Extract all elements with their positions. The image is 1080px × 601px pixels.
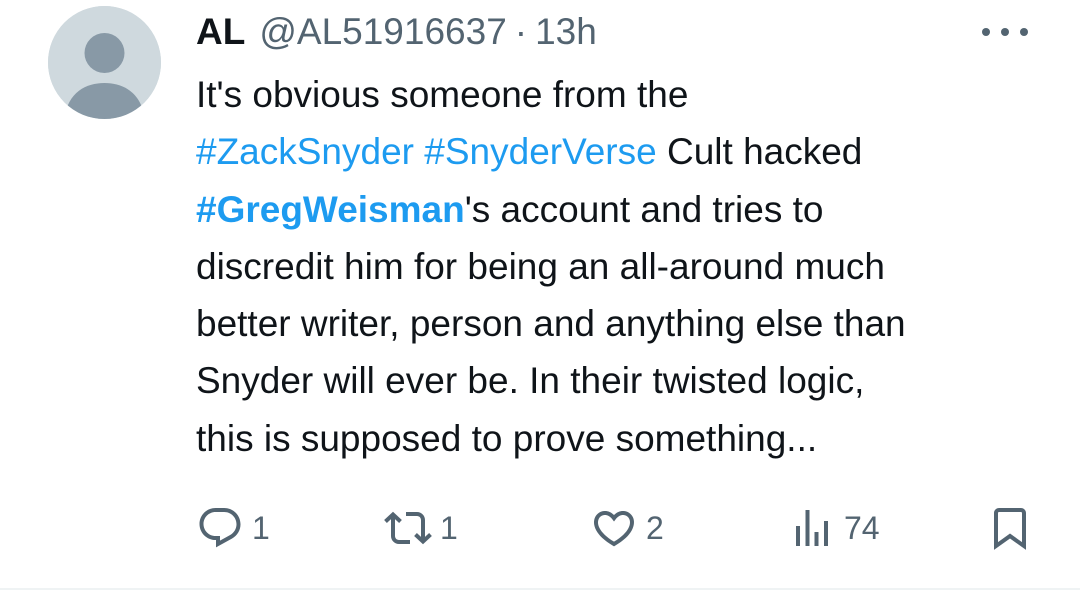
more-dot bbox=[982, 28, 990, 36]
text-line: this is supposed to prove something... bbox=[196, 410, 1056, 467]
text-segment: discredit him for being an all-around mu… bbox=[196, 245, 885, 287]
text-line: #GregWeisman's account and tries to bbox=[196, 181, 1056, 238]
text-segment: Cult hacked bbox=[656, 131, 863, 173]
default-avatar-icon[interactable] bbox=[48, 6, 161, 119]
text-segment: better writer, person and anything else … bbox=[196, 303, 906, 345]
text-line: Snyder will ever be. In their twisted lo… bbox=[196, 352, 1056, 409]
author-name[interactable]: AL bbox=[196, 10, 245, 54]
text-segment: It's obvious someone from the bbox=[196, 74, 689, 115]
hashtag-zacksnyder[interactable]: #ZackSnyder bbox=[196, 131, 414, 172]
tweet-header: AL @AL51916637 · 13h bbox=[196, 10, 597, 54]
views-count: 74 bbox=[844, 510, 880, 546]
action-bar: 1 1 2 74 bbox=[0, 500, 1080, 556]
separator-dot: · bbox=[514, 11, 528, 52]
like-count: 2 bbox=[646, 510, 664, 546]
author-handle[interactable]: @AL51916637 bbox=[259, 10, 506, 54]
text-line: It's obvious someone from the bbox=[196, 66, 1056, 123]
text-line: better writer, person and anything else … bbox=[196, 295, 1056, 352]
analytics-icon bbox=[796, 510, 828, 546]
text-line: discredit him for being an all-around mu… bbox=[196, 238, 1056, 295]
text-segment: Snyder will ever be. In their twisted lo… bbox=[196, 360, 865, 402]
text-segment: this is supposed to prove something... bbox=[196, 417, 818, 459]
bookmark-button[interactable] bbox=[986, 500, 1034, 556]
hashtag-snyderverse[interactable]: #SnyderVerse bbox=[424, 131, 656, 172]
reply-button[interactable]: 1 bbox=[196, 500, 270, 556]
timestamp[interactable]: 13h bbox=[535, 10, 597, 54]
reply-count: 1 bbox=[252, 510, 270, 546]
retweet-button[interactable]: 1 bbox=[384, 500, 458, 556]
text-segment: 's account and tries to bbox=[464, 188, 824, 230]
tweet[interactable]: AL @AL51916637 · 13h It's obvious someon… bbox=[0, 0, 1080, 601]
bookmark-icon bbox=[994, 508, 1026, 550]
tweet-text: It's obvious someone from the #ZackSnyde… bbox=[196, 66, 1056, 467]
more-dot bbox=[1020, 28, 1028, 36]
retweet-count: 1 bbox=[440, 510, 458, 546]
more-icon[interactable] bbox=[982, 20, 1028, 44]
hashtag-gregweisman[interactable]: #GregWeisman bbox=[196, 189, 465, 230]
reply-icon bbox=[199, 508, 241, 548]
retweet-icon bbox=[384, 511, 432, 545]
text-line: #ZackSnyder #SnyderVerse Cult hacked bbox=[196, 123, 1056, 180]
views-button[interactable]: 74 bbox=[788, 500, 880, 556]
more-dot bbox=[1001, 28, 1009, 36]
like-button[interactable]: 2 bbox=[590, 500, 664, 556]
divider bbox=[0, 588, 1080, 590]
heart-icon bbox=[593, 511, 635, 547]
